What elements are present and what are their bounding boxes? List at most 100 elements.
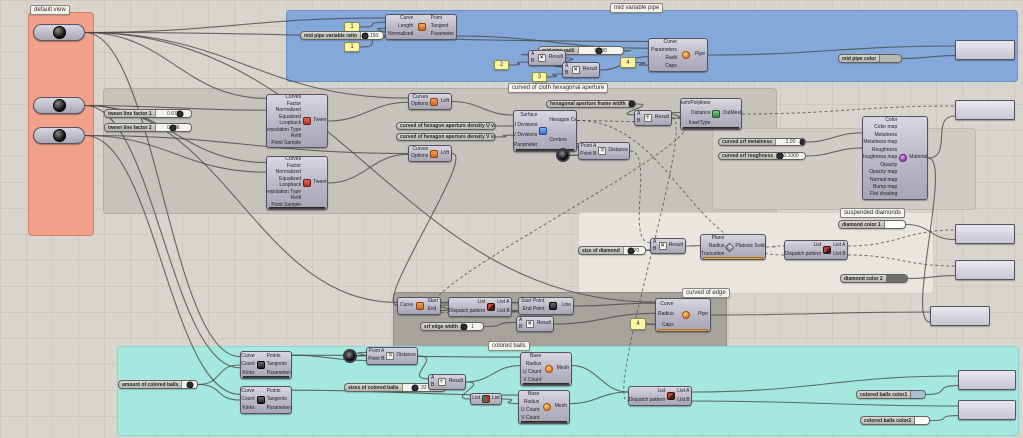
group-label-curved-of-edge[interactable]: curved of edge: [682, 288, 730, 298]
shapediver-material-component[interactable]: ColorColor mapMetalnessMetalness mapRoug…: [862, 116, 928, 200]
number-panel[interactable]: 4: [630, 318, 646, 330]
curved-srf-metalness-slider[interactable]: curved srf metalness1.00: [718, 138, 806, 146]
output-port-label: Parameters: [267, 371, 292, 377]
slider-track[interactable]: 0.70: [623, 247, 645, 254]
diamond-color-1-swatch[interactable]: diamond color 1: [838, 220, 906, 229]
end-points-component[interactable]: CurveStartEnd: [397, 297, 441, 315]
color-chip[interactable]: [886, 275, 907, 282]
color-chip[interactable]: [879, 55, 901, 62]
mesh-sphere-component[interactable]: BaseRadiusU CountV CountMesh: [520, 352, 572, 386]
tween-line-factor-1-slider[interactable]: tween line factor 10.679: [104, 109, 192, 118]
wire: [926, 386, 958, 395]
color-chip[interactable]: [910, 391, 925, 398]
slider-knob[interactable]: [412, 384, 419, 391]
pipe-component[interactable]: CurveParametersRadiiCapsPipe: [648, 38, 708, 72]
number-panel[interactable]: 4: [620, 57, 636, 68]
size-of-diamond-slider[interactable]: size of diamond0.70: [578, 246, 646, 255]
point-node[interactable]: [343, 349, 357, 363]
slider-track[interactable]: 0.1000: [629, 101, 636, 107]
evaluate-length-component[interactable]: CurveLengthNormalizedPointTangentParamet…: [385, 14, 457, 40]
slider-track[interactable]: 0.506: [155, 124, 191, 131]
grasshopper-canvas[interactable]: default view mid variable pipe curved of c…: [0, 0, 1023, 438]
distance-component[interactable]: Point APoint B=Distance: [578, 142, 630, 160]
number-panel[interactable]: 2: [494, 60, 509, 70]
dispatch-component[interactable]: ListDispatch patternList AList B: [448, 297, 512, 317]
colored-balls-color1-swatch[interactable]: colored balls color1: [856, 390, 926, 399]
amount-of-colored-balls-slider[interactable]: amount of colored balls50: [118, 380, 198, 389]
division-component[interactable]: AB÷Result: [428, 374, 466, 390]
slider-track[interactable]: 1.00: [775, 139, 805, 145]
slider-knob[interactable]: [595, 47, 602, 54]
divide-curve-component[interactable]: CurveCountKinksPointsTangentsParameters: [240, 351, 292, 379]
loft-component[interactable]: CurvesOptionsLoft: [408, 93, 452, 110]
dispatch-component[interactable]: ListDispatch patternList AList B: [628, 386, 692, 406]
slider-track[interactable]: 1: [461, 323, 483, 330]
tween-curve-component[interactable]: CurvesFactorNormalizedEqualizedLoopbackI…: [266, 156, 328, 210]
slider-knob[interactable]: [187, 381, 194, 388]
reverse-list-component[interactable]: ListList: [470, 393, 502, 405]
dispatch-component[interactable]: ListDispatch patternList AList B: [784, 240, 848, 260]
loft-component[interactable]: CurvesOptionsLoft: [408, 145, 452, 162]
multiplication-component[interactable]: AB×Result: [562, 62, 600, 78]
hexagon-cells-component[interactable]: SurfaceU DivisionsV DivisionsU Parameter…: [513, 110, 577, 152]
group-label-suspended-diamonds[interactable]: suspended diamonds: [840, 208, 905, 218]
distance-component[interactable]: Point APoint B=Distance: [366, 347, 418, 365]
shapediver-display[interactable]: [955, 100, 1015, 120]
slider-track[interactable]: 0.679: [155, 110, 191, 117]
slider-knob[interactable]: [628, 101, 635, 108]
shapediver-display[interactable]: [958, 370, 1016, 390]
tween-line-factor-2-slider[interactable]: tween line factor 20.506: [104, 123, 192, 132]
slider-track[interactable]: 0.1000: [776, 153, 805, 159]
curve-param-3[interactable]: [33, 127, 85, 144]
multiplication-component[interactable]: AB×Result: [528, 50, 566, 66]
point-node[interactable]: [556, 148, 570, 162]
component-icon-area: [301, 117, 313, 125]
colored-balls-color2-swatch[interactable]: colored balls color2: [860, 416, 930, 425]
color-chip[interactable]: [914, 417, 929, 424]
shapediver-display[interactable]: [955, 224, 1015, 244]
number-panel[interactable]: 1: [344, 42, 360, 52]
shapediver-display[interactable]: [958, 400, 1016, 420]
hex-density-v-slider[interactable]: curved of hexagon aperture density V val…: [396, 133, 496, 141]
input-ports: ListDispatch pattern: [629, 387, 665, 405]
srf-edge-width-slider[interactable]: srf edge width1: [420, 322, 484, 331]
slider-knob[interactable]: [362, 32, 369, 39]
multiplication-component[interactable]: AB×Result: [650, 238, 686, 254]
slider-track[interactable]: 50: [181, 381, 197, 388]
slider-knob[interactable]: [170, 124, 177, 131]
slider-knob[interactable]: [176, 110, 183, 117]
group-label-colored-balls[interactable]: colored balls: [488, 341, 530, 351]
group-label-hex-aperture[interactable]: curved of cloth hexagonal aperture: [508, 83, 608, 93]
diamond-color-2-swatch[interactable]: diamond color 2: [840, 274, 908, 283]
curve-param-2[interactable]: [33, 97, 85, 114]
color-chip[interactable]: [884, 221, 905, 228]
number-panel[interactable]: 3: [532, 72, 547, 82]
shapediver-display[interactable]: [955, 260, 1015, 280]
shapediver-display[interactable]: [955, 40, 1015, 60]
outmesh-component[interactable]: Mesh/PolylinesDistanceInsetTypeOutMesh: [680, 98, 742, 130]
group-label-default-view[interactable]: default view: [30, 5, 70, 15]
shapediver-display[interactable]: [930, 306, 990, 326]
slider-knob[interactable]: [776, 153, 783, 160]
division-component[interactable]: AB÷Result: [634, 110, 672, 126]
group-label-mid-variable-pipe[interactable]: mid variable pipe: [610, 3, 663, 13]
multiplication-component[interactable]: AB×Result: [516, 316, 554, 332]
input-port-label: Kinks: [242, 371, 254, 377]
slider-knob[interactable]: [461, 323, 468, 330]
mid-pipe-variable-ratio-slider[interactable]: mid pipe variable ratio0.150: [300, 31, 384, 40]
tween-curve-component[interactable]: CurvesFactorNormalizedEqualizedLoopbackI…: [266, 94, 328, 148]
curved-srf-roughness-slider[interactable]: curved srf roughness0.1000: [718, 152, 806, 160]
hex-frame-width-slider[interactable]: hexagonal aperture frame width0.1000: [546, 100, 636, 108]
pipe-component[interactable]: CurveRadiusCapsPipe: [655, 298, 711, 332]
slider-track[interactable]: 0.150: [360, 32, 383, 39]
slider-knob[interactable]: [628, 247, 635, 254]
hex-density-u-slider[interactable]: curved of hexagon aperture density U val…: [396, 122, 496, 130]
slider-knob[interactable]: [799, 139, 806, 146]
slider-track[interactable]: 0.500: [578, 47, 623, 54]
mesh-sphere-component[interactable]: BaseRadiusU CountV CountMesh: [518, 390, 570, 424]
divide-curve-component[interactable]: CurveCountKinksPointsTangentsParameters: [240, 386, 292, 414]
mid-pipe-color-swatch[interactable]: mid pipe color: [838, 54, 902, 63]
platonic-solid-component[interactable]: PlaneRadiusTruncationPlatonic Solid: [700, 234, 766, 260]
curve-param-1[interactable]: [33, 24, 85, 41]
line-component[interactable]: Start PointEnd PointLine: [518, 297, 574, 315]
